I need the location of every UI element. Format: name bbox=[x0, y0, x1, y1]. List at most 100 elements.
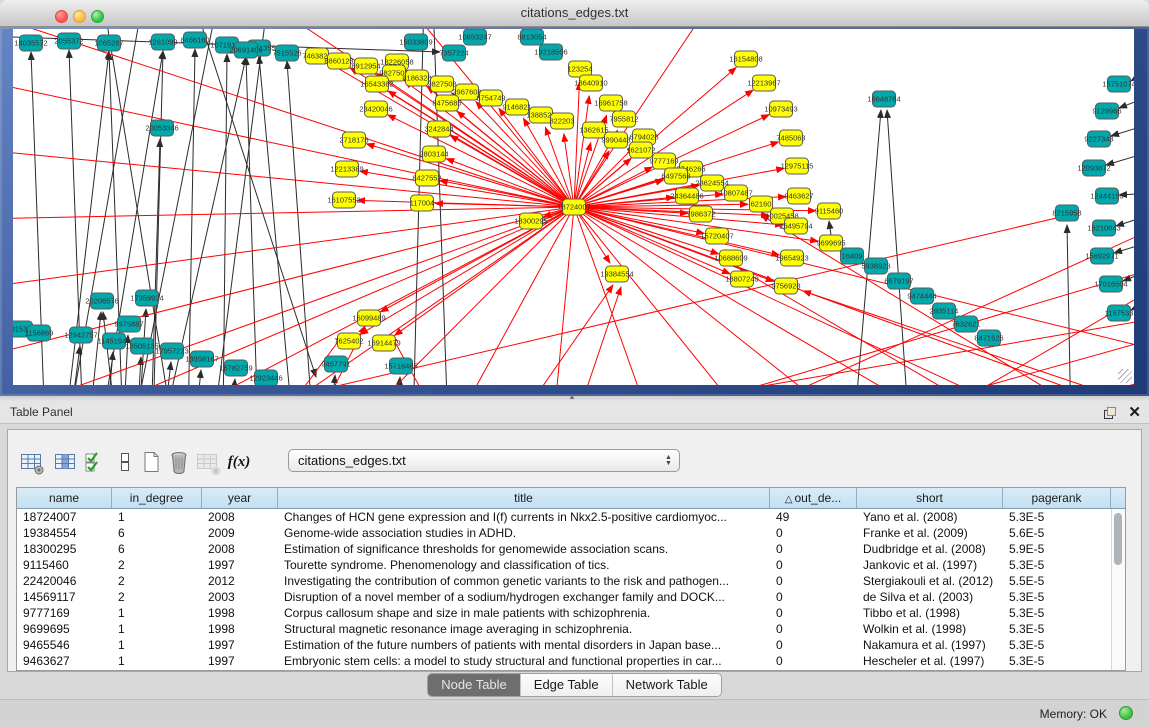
column-header-title[interactable]: title bbox=[278, 488, 770, 508]
graph-node[interactable]: 16409 bbox=[841, 248, 864, 264]
divider-handle-icon[interactable]: ▲ bbox=[568, 392, 576, 401]
resize-grip[interactable] bbox=[1118, 369, 1132, 383]
graph-edge[interactable] bbox=[138, 357, 141, 385]
graph-node-selected[interactable]: 19654923 bbox=[775, 250, 808, 266]
select-rows-icon[interactable] bbox=[82, 449, 108, 475]
graph-edge[interactable] bbox=[188, 49, 195, 385]
graph-edge[interactable] bbox=[1111, 123, 1134, 136]
graph-edge-selected[interactable] bbox=[446, 159, 574, 207]
graph-edge-selected[interactable] bbox=[574, 207, 1134, 385]
graph-edge-selected[interactable] bbox=[513, 285, 613, 385]
tab-edge-table[interactable]: Edge Table bbox=[520, 674, 612, 696]
graph-node-selected[interactable]: 15720407 bbox=[700, 228, 733, 244]
graph-node[interactable]: 12923446 bbox=[249, 370, 282, 385]
graph-node[interactable]: 1167533 bbox=[1105, 305, 1134, 321]
table-options-icon[interactable] bbox=[18, 449, 44, 475]
graph-node-selected[interactable]: 7955812 bbox=[609, 111, 638, 127]
graph-node[interactable]: 20691406 bbox=[229, 42, 262, 58]
table-row[interactable]: 911546021997Tourette syndrome. Phenomeno… bbox=[17, 557, 1125, 573]
graph-node-selected[interactable]: 62160 bbox=[750, 196, 773, 212]
graph-node[interactable]: 8215958 bbox=[1052, 205, 1081, 221]
tab-network-table[interactable]: Network Table bbox=[612, 674, 721, 696]
graph-node-selected[interactable]: 2718176 bbox=[339, 132, 368, 148]
graph-node[interactable]: 7632621 bbox=[951, 316, 980, 332]
graph-node-selected[interactable]: 10807487 bbox=[719, 185, 752, 201]
graph-node[interactable]: 12093872 bbox=[1077, 160, 1110, 176]
graph-node[interactable]: 1261099 bbox=[148, 34, 177, 50]
graph-edge[interactable] bbox=[331, 375, 335, 385]
table-scrollbar[interactable] bbox=[1111, 509, 1125, 670]
table-row[interactable]: 946362711997Embryonic stem cells: a mode… bbox=[17, 653, 1125, 669]
graph-node-selected[interactable]: 9115460 bbox=[815, 203, 844, 219]
graph-node[interactable]: 20206576 bbox=[85, 293, 118, 309]
column-header-out-de-[interactable]: △out_de... bbox=[770, 488, 857, 508]
graph-edge[interactable] bbox=[196, 370, 201, 385]
table-row[interactable]: 1456911722003Disruption of a novel membe… bbox=[17, 589, 1125, 605]
graph-node[interactable]: 9129966 bbox=[1092, 103, 1121, 119]
graph-node-selected[interactable]: 18640910 bbox=[574, 75, 607, 91]
graph-node-selected[interactable]: 10973493 bbox=[764, 101, 797, 117]
graph-node-selected[interactable]: 7625402 bbox=[334, 333, 363, 349]
graph-node[interactable]: 16033809 bbox=[399, 34, 432, 50]
graph-edge-selected[interactable] bbox=[13, 207, 574, 289]
column-header-year[interactable]: year bbox=[202, 488, 278, 508]
close-panel-icon[interactable]: ✕ bbox=[1128, 406, 1141, 420]
graph-node[interactable]: 8471626 bbox=[974, 330, 1003, 346]
graph-node-selected[interactable]: 16914479 bbox=[367, 335, 400, 351]
graph-edge-selected[interactable] bbox=[574, 29, 713, 207]
graph-node[interactable]: 8813054 bbox=[517, 29, 546, 45]
graph-node-selected[interactable]: 10688609 bbox=[714, 250, 747, 266]
graph-node[interactable]: 20053346 bbox=[145, 120, 178, 136]
graph-node[interactable]: 12942757 bbox=[64, 327, 97, 343]
graph-node-selected[interactable]: 18807249 bbox=[725, 271, 758, 287]
table-row[interactable]: 977716911998Corpus callosum shape and si… bbox=[17, 605, 1125, 621]
table-source-select[interactable]: citations_edges.txt ▲▼ bbox=[288, 449, 680, 472]
graph-node-selected[interactable]: 18300295 bbox=[514, 213, 547, 229]
graph-node-selected[interactable]: 9756928 bbox=[771, 278, 800, 294]
zoom-window-button[interactable] bbox=[91, 10, 104, 23]
graph-node[interactable]: 9457791 bbox=[321, 356, 350, 372]
graph-node[interactable]: 8466160 bbox=[180, 32, 209, 48]
table-row[interactable]: 969969511998Structural magnetic resonanc… bbox=[17, 621, 1125, 637]
graph-edge[interactable] bbox=[246, 57, 258, 385]
graph-node[interactable]: 5938923 bbox=[861, 258, 890, 274]
graph-node-selected[interactable]: 822203 bbox=[549, 113, 574, 129]
graph-edge-selected[interactable] bbox=[574, 207, 653, 385]
network-canvas[interactable]: 1872400714035572205537210652871261099846… bbox=[13, 29, 1134, 385]
graph-edge[interactable] bbox=[1067, 225, 1071, 385]
graph-node[interactable]: 1156869 bbox=[25, 325, 54, 341]
graph-edge[interactable] bbox=[133, 29, 218, 385]
graph-node-selected[interactable]: 9699695 bbox=[816, 235, 845, 251]
graph-node[interactable]: 13958167 bbox=[185, 351, 218, 367]
graph-edge-selected[interactable] bbox=[574, 207, 1134, 349]
graph-node[interactable]: 16782759 bbox=[219, 360, 252, 376]
graph-node-selected[interactable]: 6497568 bbox=[661, 168, 690, 184]
graph-node-selected[interactable]: 16154808 bbox=[729, 51, 762, 67]
column-header-short[interactable]: short bbox=[857, 488, 1003, 508]
graph-node[interactable]: 15692971 bbox=[1085, 248, 1118, 264]
table-row[interactable]: 946554611997Estimation of the future num… bbox=[17, 637, 1125, 653]
new-column-icon[interactable] bbox=[138, 449, 164, 475]
table-row[interactable]: 2242004622012Investigating the contribut… bbox=[17, 573, 1125, 589]
column-header-in-degree[interactable]: in_degree bbox=[112, 488, 202, 508]
graph-node[interactable]: 15751074 bbox=[1102, 76, 1134, 92]
float-panel-icon[interactable] bbox=[1104, 407, 1116, 419]
graph-edge-selected[interactable] bbox=[573, 287, 621, 385]
table-row[interactable]: 1830029562008Estimation of significance … bbox=[17, 541, 1125, 557]
graph-edge[interactable] bbox=[165, 362, 171, 385]
graph-node[interactable]: 10653247 bbox=[458, 29, 491, 45]
graph-node[interactable]: 13505135 bbox=[125, 338, 158, 354]
graph-edge-selected[interactable] bbox=[513, 319, 1134, 385]
graph-node-selected[interactable]: 8912954 bbox=[351, 58, 380, 74]
graph-edge-selected[interactable] bbox=[13, 207, 574, 219]
graph-node-selected[interactable]: 2803144 bbox=[419, 146, 448, 162]
tab-node-table[interactable]: Node Table bbox=[428, 674, 520, 696]
column-visibility-icon[interactable] bbox=[52, 449, 78, 475]
graph-node-selected[interactable]: 9463627 bbox=[784, 188, 813, 204]
graph-node[interactable]: 14035572 bbox=[14, 35, 47, 51]
graph-node[interactable]: 17359924 bbox=[130, 290, 163, 306]
graph-node[interactable]: 2055372 bbox=[54, 33, 83, 49]
graph-node-selected[interactable]: 7986372 bbox=[686, 206, 715, 222]
graph-edge[interactable] bbox=[887, 110, 909, 385]
graph-node-selected[interactable]: 3242844 bbox=[424, 121, 453, 137]
